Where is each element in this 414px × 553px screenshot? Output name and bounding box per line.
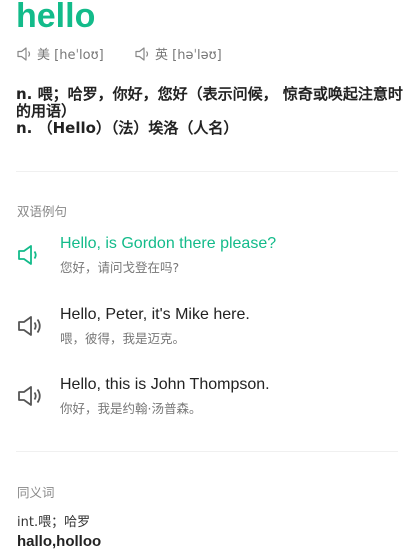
- example-item[interactable]: Hello, is Gordon there please? 您好，请问戈登在吗…: [16, 235, 406, 285]
- synonyms-title: 同义词: [17, 485, 55, 500]
- pronunciation-uk-label: 英 [həˈləʊ]: [155, 48, 222, 63]
- definitions: n. 喂；哈罗，你好，您好（表示问候， 惊奇或唤起注意时的用语） n. （Hel…: [16, 86, 408, 137]
- pronunciation-uk-button[interactable]: 英 [həˈləʊ]: [135, 44, 222, 63]
- headword: hello: [16, 0, 96, 35]
- example-english: Hello, this is John Thompson.: [60, 376, 270, 393]
- pronunciation-us-label: 美 [heˈloʊ]: [37, 48, 104, 63]
- speaker-icon[interactable]: [16, 243, 44, 267]
- bilingual-examples-title: 双语例句: [17, 204, 68, 219]
- synonym-words[interactable]: hallo,holloo: [17, 533, 101, 550]
- example-english: Hello, is Gordon there please?: [60, 235, 277, 252]
- synonym-definition: int.喂；哈罗: [17, 515, 91, 530]
- definition-1: n. 喂；哈罗，你好，您好（表示问候， 惊奇或唤起注意时的用语）: [16, 85, 403, 120]
- example-english: Hello, Peter, it's Mike here.: [60, 306, 250, 323]
- divider: [16, 171, 398, 172]
- speaker-icon: [17, 46, 31, 61]
- speaker-icon: [135, 46, 149, 61]
- example-item[interactable]: Hello, Peter, it's Mike here. 喂，彼得，我是迈克。: [16, 306, 406, 356]
- speaker-icon[interactable]: [16, 384, 44, 408]
- divider: [16, 451, 398, 452]
- example-chinese: 您好，请问戈登在吗?: [60, 260, 180, 275]
- example-chinese: 你好，我是约翰·汤普森。: [60, 401, 202, 416]
- definition-2: n. （Hello）（法）埃洛（人名）: [16, 119, 239, 137]
- example-item[interactable]: Hello, this is John Thompson. 你好，我是约翰·汤普…: [16, 376, 406, 426]
- example-chinese: 喂，彼得，我是迈克。: [60, 331, 186, 346]
- speaker-icon[interactable]: [16, 314, 44, 338]
- pronunciation-us-button[interactable]: 美 [heˈloʊ]: [17, 44, 104, 63]
